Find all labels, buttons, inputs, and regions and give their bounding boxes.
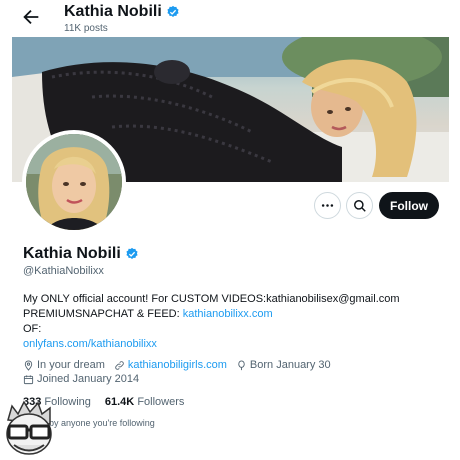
watermark-mascot [0,398,58,460]
verified-badge-icon[interactable] [125,247,139,261]
post-count: 11K posts [64,23,108,34]
search-button[interactable] [346,192,373,219]
bio-line-2-prefix: PREMIUMSNAPCHAT & FEED: [23,308,183,320]
joined: Joined January 2014 [23,373,139,385]
search-icon [353,199,366,212]
bio-line-2: PREMIUMSNAPCHAT & FEED: kathianobilixx.c… [23,307,443,322]
more-button[interactable] [314,192,341,219]
location-text: In your dream [37,359,105,371]
location: In your dream [23,359,105,371]
bio-line-3: OF: [23,323,42,335]
profile-handle: @KathiaNobilixx [23,265,104,277]
profile-meta-joined: Joined January 2014 [23,373,148,385]
link-icon [115,360,124,370]
profile-meta: In your dream kathianobiligirls.com Born… [23,359,340,371]
back-arrow-icon[interactable] [20,6,42,28]
followers-stat[interactable]: 61.4K Followers [105,396,185,408]
location-icon [24,359,33,371]
calendar-icon [23,374,34,384]
bio-line-1: My ONLY official account! For CUSTOM VID… [23,293,400,305]
balloon-icon [238,359,245,370]
header-name-text: Kathia Nobili [64,3,162,20]
joined-text: Joined January 2014 [37,373,140,385]
header-name: Kathia Nobili [64,3,180,21]
top-bar: Kathia Nobili 11K posts [0,0,460,37]
follow-button[interactable]: Follow [379,192,439,219]
more-icon [321,204,334,207]
profile-bio: My ONLY official account! For CUSTOM VID… [23,292,443,352]
followers-label: Followers [137,396,185,408]
profile-name-text: Kathia Nobili [23,245,121,262]
birthday: Born January 30 [236,359,331,371]
website-link[interactable]: kathianobiligirls.com [128,359,227,371]
followers-count: 61.4K [104,396,135,408]
website[interactable]: kathianobiligirls.com [114,359,227,371]
bio-link-onlyfans[interactable]: onlyfans.com/kathianobilixx [23,338,157,350]
profile-name: Kathia Nobili [23,245,139,263]
avatar[interactable] [22,130,126,234]
bio-link-website[interactable]: kathianobilixx.com [183,308,273,320]
verified-badge-icon [167,5,179,17]
birthday-text: Born January 30 [249,359,331,371]
